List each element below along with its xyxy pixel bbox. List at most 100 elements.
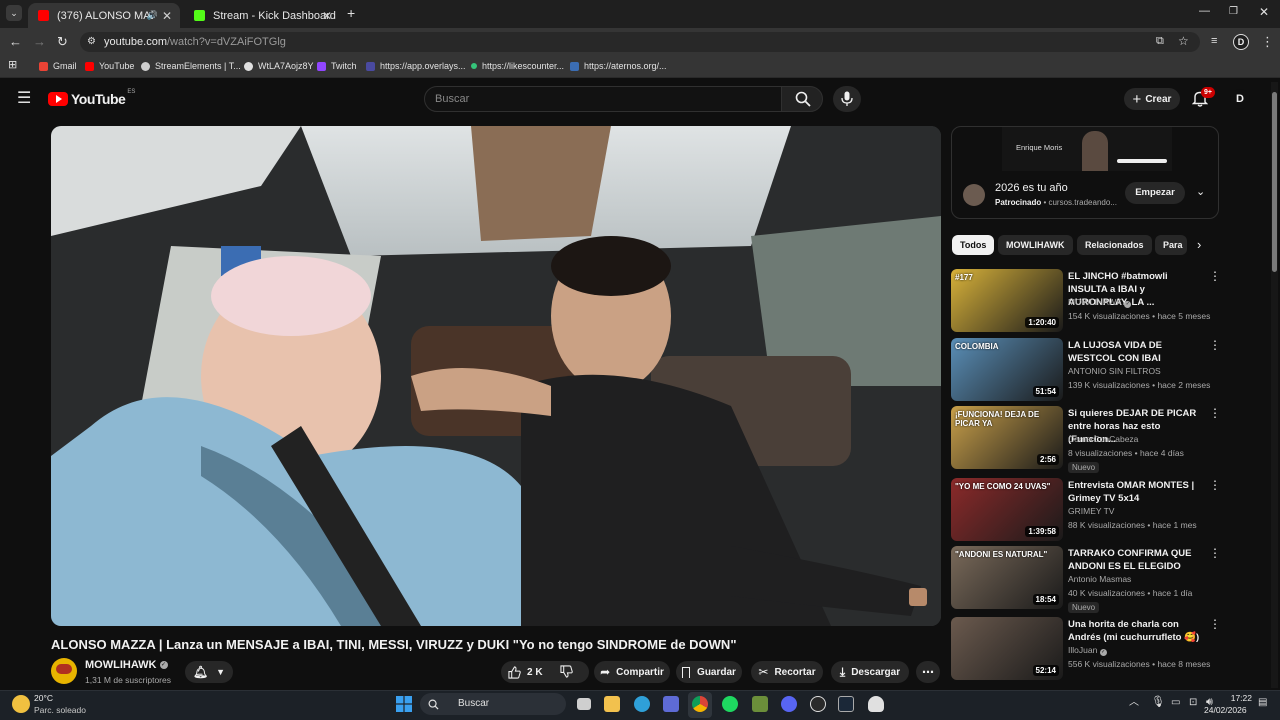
start-button[interactable] xyxy=(396,696,412,712)
channel-avatar[interactable] xyxy=(51,658,77,684)
more-vertical-icon[interactable]: ⋮ xyxy=(1209,406,1221,420)
recommendation-channel[interactable]: IlloJuan ✓ xyxy=(1068,645,1107,656)
spotify-icon[interactable] xyxy=(722,696,738,712)
share-button[interactable]: ➦ Compartir xyxy=(594,661,670,683)
restore-icon[interactable]: ❐ xyxy=(1229,7,1238,17)
notification-center-icon[interactable]: ▤ xyxy=(1258,698,1267,708)
recommendation-channel[interactable]: ANTONIO SIN FILTROS xyxy=(1068,366,1161,376)
profile-avatar[interactable]: D xyxy=(1233,34,1249,50)
close-window-icon[interactable]: ✕ xyxy=(1259,6,1269,18)
chip-relacionados[interactable]: Relacionados xyxy=(1077,235,1152,255)
chips-next-chevron-icon[interactable]: › xyxy=(1197,237,1201,252)
scrollbar-thumb[interactable] xyxy=(1272,92,1277,272)
app-skull-icon[interactable] xyxy=(868,696,884,712)
recommendation-thumbnail[interactable]: COLOMBIA 51:54 xyxy=(951,338,1063,401)
taskbar-search[interactable]: Buscar xyxy=(420,693,566,715)
chip-todos[interactable]: Todos xyxy=(952,235,995,255)
recommendation-thumbnail[interactable]: ¡FUNCIONA! DEJA DE PICAR YA 2:56 xyxy=(951,406,1063,469)
recommendation-channel[interactable]: MOWLIHAWK ✓ xyxy=(1068,297,1132,308)
back-icon[interactable]: ← xyxy=(9,35,22,48)
bookmark-youtube[interactable]: YouTube xyxy=(85,61,134,71)
dislike-button[interactable] xyxy=(560,665,573,683)
clock-date[interactable]: 24/02/2026 xyxy=(1204,705,1247,715)
apps-grid-icon[interactable]: ⊞ xyxy=(8,60,17,71)
recommendation-title[interactable]: LA LUJOSA VIDA DE WESTCOL CON IBAI xyxy=(1068,339,1206,365)
site-info-icon[interactable]: ⚙ xyxy=(87,37,96,47)
browser-tab-kick[interactable]: Stream - Kick Dashboard ✕ xyxy=(184,3,340,28)
chip-para[interactable]: Para xyxy=(1155,235,1187,255)
tab-search-icon[interactable]: ⌄ xyxy=(6,5,22,21)
notifications-button[interactable]: 9+ xyxy=(1191,87,1215,108)
search-input[interactable]: Buscar xyxy=(424,86,782,112)
sponsored-card[interactable]: Enrique Moris 2026 es tu año Patrocinado… xyxy=(951,126,1219,219)
install-app-icon[interactable]: ⧉ xyxy=(1156,36,1164,47)
chrome-icon[interactable] xyxy=(692,696,708,712)
recommendation-title[interactable]: Entrevista OMAR MONTES | Grimey TV 5x14 xyxy=(1068,479,1206,505)
hamburger-menu-icon[interactable]: ☰ xyxy=(17,91,31,107)
recommendation-channel[interactable]: GRIMEY TV xyxy=(1068,506,1114,516)
more-vertical-icon[interactable]: ⋮ xyxy=(1209,269,1221,283)
discord-icon[interactable] xyxy=(781,696,797,712)
clip-button[interactable]: ✂ Recortar xyxy=(751,661,823,683)
more-vertical-icon[interactable]: ⋮ xyxy=(1209,478,1221,492)
new-tab-icon[interactable]: + xyxy=(347,6,355,20)
recommendation-thumbnail[interactable]: #177 1:20:40 xyxy=(951,269,1063,332)
bookmark-streamelements[interactable]: StreamElements | T... xyxy=(141,61,241,71)
chip-mowlihawk[interactable]: MOWLIHAWK xyxy=(998,235,1073,255)
advertiser-avatar[interactable] xyxy=(963,184,985,206)
video-player[interactable] xyxy=(51,126,941,626)
minimize-icon[interactable]: — xyxy=(1199,6,1210,17)
media-controls-icon[interactable]: ≡ xyxy=(1211,36,1217,47)
recommendation-thumbnail[interactable]: "ANDONI ES NATURAL" 18:54 xyxy=(951,546,1063,609)
download-button[interactable]: ⤓ Descargar xyxy=(831,661,909,683)
bookmark-wtla[interactable]: WtLA7Aojz8Y xyxy=(244,61,314,71)
recommendation-item[interactable]: "ANDONI ES NATURAL" 18:54 TARRAKO CONFIRMA… xyxy=(951,546,1221,613)
more-vertical-icon[interactable]: ⋮ xyxy=(1209,546,1221,560)
task-view-icon[interactable] xyxy=(577,698,591,710)
close-tab-icon[interactable]: ✕ xyxy=(162,9,172,23)
voice-search-button[interactable] xyxy=(833,86,861,112)
ad-title[interactable]: 2026 es tu año xyxy=(995,182,1068,194)
steam-icon[interactable] xyxy=(838,696,854,712)
browser-tab-youtube[interactable]: (376) ALONSO MAZZA | La 🔊 ✕ xyxy=(28,3,180,28)
obs-icon[interactable] xyxy=(810,696,826,712)
minecraft-icon[interactable] xyxy=(752,696,768,712)
create-button[interactable]: + Crear xyxy=(1124,88,1180,110)
account-avatar[interactable]: D xyxy=(1230,89,1250,109)
microphone-tray-icon[interactable]: 🎙︎ xyxy=(1151,697,1165,708)
file-explorer-icon[interactable] xyxy=(604,696,620,712)
channel-name[interactable]: MOWLIHAWK ✓ xyxy=(85,659,168,671)
reload-icon[interactable]: ↻ xyxy=(57,35,68,48)
bookmark-overlays[interactable]: https://app.overlays... xyxy=(366,61,466,71)
bookmark-twitch[interactable]: Twitch xyxy=(317,61,357,71)
recommendation-item[interactable]: "YO ME COMO 24 UVAS" 1:39:58 Entrevista OM… xyxy=(951,478,1221,542)
ad-cta-button[interactable]: Empezar xyxy=(1125,182,1185,204)
audio-icon[interactable]: 🔊 xyxy=(147,10,158,21)
like-button[interactable]: 2 K xyxy=(508,665,543,679)
ad-expand-chevron-icon[interactable]: ⌄ xyxy=(1196,185,1205,198)
forward-icon[interactable]: → xyxy=(33,35,46,48)
display-tray-icon[interactable]: ▭ xyxy=(1171,698,1180,708)
browser-menu-icon[interactable]: ⋮ xyxy=(1261,35,1274,48)
recommendation-title[interactable]: TARRAKO CONFIRMA QUE ANDONI ES EL ELEGID… xyxy=(1068,547,1206,573)
recommendation-item[interactable]: ¡FUNCIONA! DEJA DE PICAR YA 2:56 Si quiere… xyxy=(951,406,1221,473)
bookmark-gmail[interactable]: Gmail xyxy=(39,61,77,71)
store-icon[interactable] xyxy=(663,696,679,712)
bookmark-aternos[interactable]: https://aternos.org/... xyxy=(570,61,667,71)
show-hidden-icons-chevron[interactable]: ︿ xyxy=(1129,698,1139,708)
network-icon[interactable]: ⊡ xyxy=(1189,698,1197,708)
url-text[interactable]: youtube.com/watch?v=dVZAiFOTGlg xyxy=(104,36,286,48)
recommendation-item[interactable]: 52:14 Una horita de charla con Andrés (mi… xyxy=(951,617,1221,681)
recommendation-title[interactable]: Una horita de charla con Andrés (mi cuch… xyxy=(1068,618,1206,644)
recommendation-item[interactable]: COLOMBIA 51:54 LA LUJOSA VIDA DE WESTCOL C… xyxy=(951,338,1221,402)
recommendation-item[interactable]: #177 1:20:40 EL JINCHO #batmowli INSULTA a… xyxy=(951,269,1221,333)
page-scrollbar[interactable] xyxy=(1271,82,1278,688)
more-actions-button[interactable]: ⋯ xyxy=(916,661,940,683)
recommendation-thumbnail[interactable]: "YO ME COMO 24 UVAS" 1:39:58 xyxy=(951,478,1063,541)
ad-banner[interactable]: Enrique Moris xyxy=(1002,127,1172,171)
clock-time[interactable]: 17:22 xyxy=(1230,693,1252,703)
bookmark-likescounter[interactable]: https://likescounter... xyxy=(471,61,564,71)
recommendation-channel[interactable]: ComerConCabeza xyxy=(1068,434,1138,444)
recommendation-thumbnail[interactable]: 52:14 xyxy=(951,617,1063,680)
bookmark-star-icon[interactable]: ☆ xyxy=(1178,35,1189,47)
